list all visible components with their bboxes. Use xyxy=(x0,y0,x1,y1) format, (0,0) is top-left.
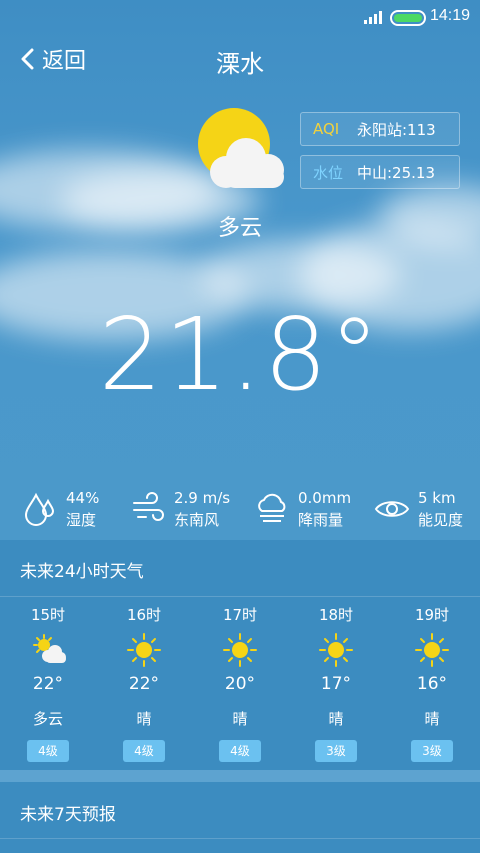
sun-icon xyxy=(223,633,257,667)
sun-icon xyxy=(415,633,449,667)
hour-condition: 晴 xyxy=(232,710,248,728)
wind-label: 东南风 xyxy=(174,511,220,529)
wind-level-badge: 4级 xyxy=(123,740,165,762)
hour-time: 19时 xyxy=(414,606,450,624)
visibility-label: 能见度 xyxy=(418,511,464,529)
hour-condition: 晴 xyxy=(328,710,344,728)
hourly-title: 未来24小时天气 xyxy=(20,562,144,582)
hour-temp: 22° xyxy=(32,674,64,694)
forecast-divider xyxy=(0,838,480,839)
water-value: 中山:25.13 xyxy=(357,163,435,182)
stat-rain: 0.0mm 降雨量 xyxy=(254,484,351,534)
forecast-title: 未来7天预报 xyxy=(20,805,116,825)
stat-wind: 2.9 m/s 东南风 xyxy=(130,484,230,534)
water-level-box[interactable]: 水位 中山:25.13 xyxy=(300,155,460,189)
eye-icon xyxy=(374,501,410,517)
wind-level-badge: 3级 xyxy=(315,740,357,762)
wind-level-badge: 3级 xyxy=(411,740,453,762)
humidity-icon xyxy=(24,492,55,526)
stat-humidity: 44% 湿度 xyxy=(22,484,99,534)
aqi-box[interactable]: AQI 永阳站:113 xyxy=(300,112,460,146)
hourly-divider xyxy=(0,596,480,597)
wind-icon xyxy=(133,492,164,521)
hour-temp: 17° xyxy=(320,674,352,694)
aqi-value: 永阳站:113 xyxy=(357,120,436,139)
hour-time: 18时 xyxy=(318,606,354,624)
partly-cloudy-icon xyxy=(33,634,66,663)
wind-level-badge: 4级 xyxy=(219,740,261,762)
hour-time: 15时 xyxy=(30,606,66,624)
hour-condition: 多云 xyxy=(32,710,63,728)
status-time: 14:19 xyxy=(429,7,470,24)
humidity-label: 湿度 xyxy=(66,511,97,529)
stat-visibility: 5 km 能见度 xyxy=(374,484,463,534)
wind-value: 2.9 m/s xyxy=(174,489,231,507)
aqi-key: AQI xyxy=(313,120,340,138)
battery-icon xyxy=(390,10,426,26)
hour-condition: 晴 xyxy=(424,710,440,728)
chevron-left-icon xyxy=(21,48,34,70)
rain-value: 0.0mm xyxy=(298,489,352,507)
water-key: 水位 xyxy=(313,163,344,182)
hour-temp: 22° xyxy=(128,674,160,694)
stats-row: 44% 湿度 2.9 m/s 东南风 0.0mm 降雨量 5 km 能见度 xyxy=(0,484,480,534)
hour-temp: 16° xyxy=(416,674,448,694)
section-separator xyxy=(0,770,480,782)
hour-temp: 20° xyxy=(224,674,256,694)
back-label: 返回 xyxy=(42,49,87,74)
hour-time: 17时 xyxy=(222,606,258,624)
partly-cloudy-icon xyxy=(198,108,284,188)
sun-icon xyxy=(319,633,353,667)
rain-icon xyxy=(258,493,286,522)
hero-background xyxy=(0,0,480,540)
status-bar: 14:19 xyxy=(0,0,480,34)
back-button[interactable]: 返回 xyxy=(20,44,86,74)
sun-icon xyxy=(127,633,161,667)
humidity-value: 44% xyxy=(66,489,100,507)
hour-time: 16时 xyxy=(126,606,162,624)
wind-level-badge: 4级 xyxy=(27,740,69,762)
hourly-list[interactable]: 15时 22° 多云 4级 16时 22° 晴 4级 17时 20° 晴 4级 … xyxy=(0,600,480,770)
visibility-value: 5 km xyxy=(418,489,456,507)
rain-label: 降雨量 xyxy=(298,511,344,529)
signal-icon xyxy=(364,10,384,24)
hour-condition: 晴 xyxy=(136,710,152,728)
current-temperature: 21.8° xyxy=(98,296,382,413)
current-condition: 多云 xyxy=(217,216,262,241)
